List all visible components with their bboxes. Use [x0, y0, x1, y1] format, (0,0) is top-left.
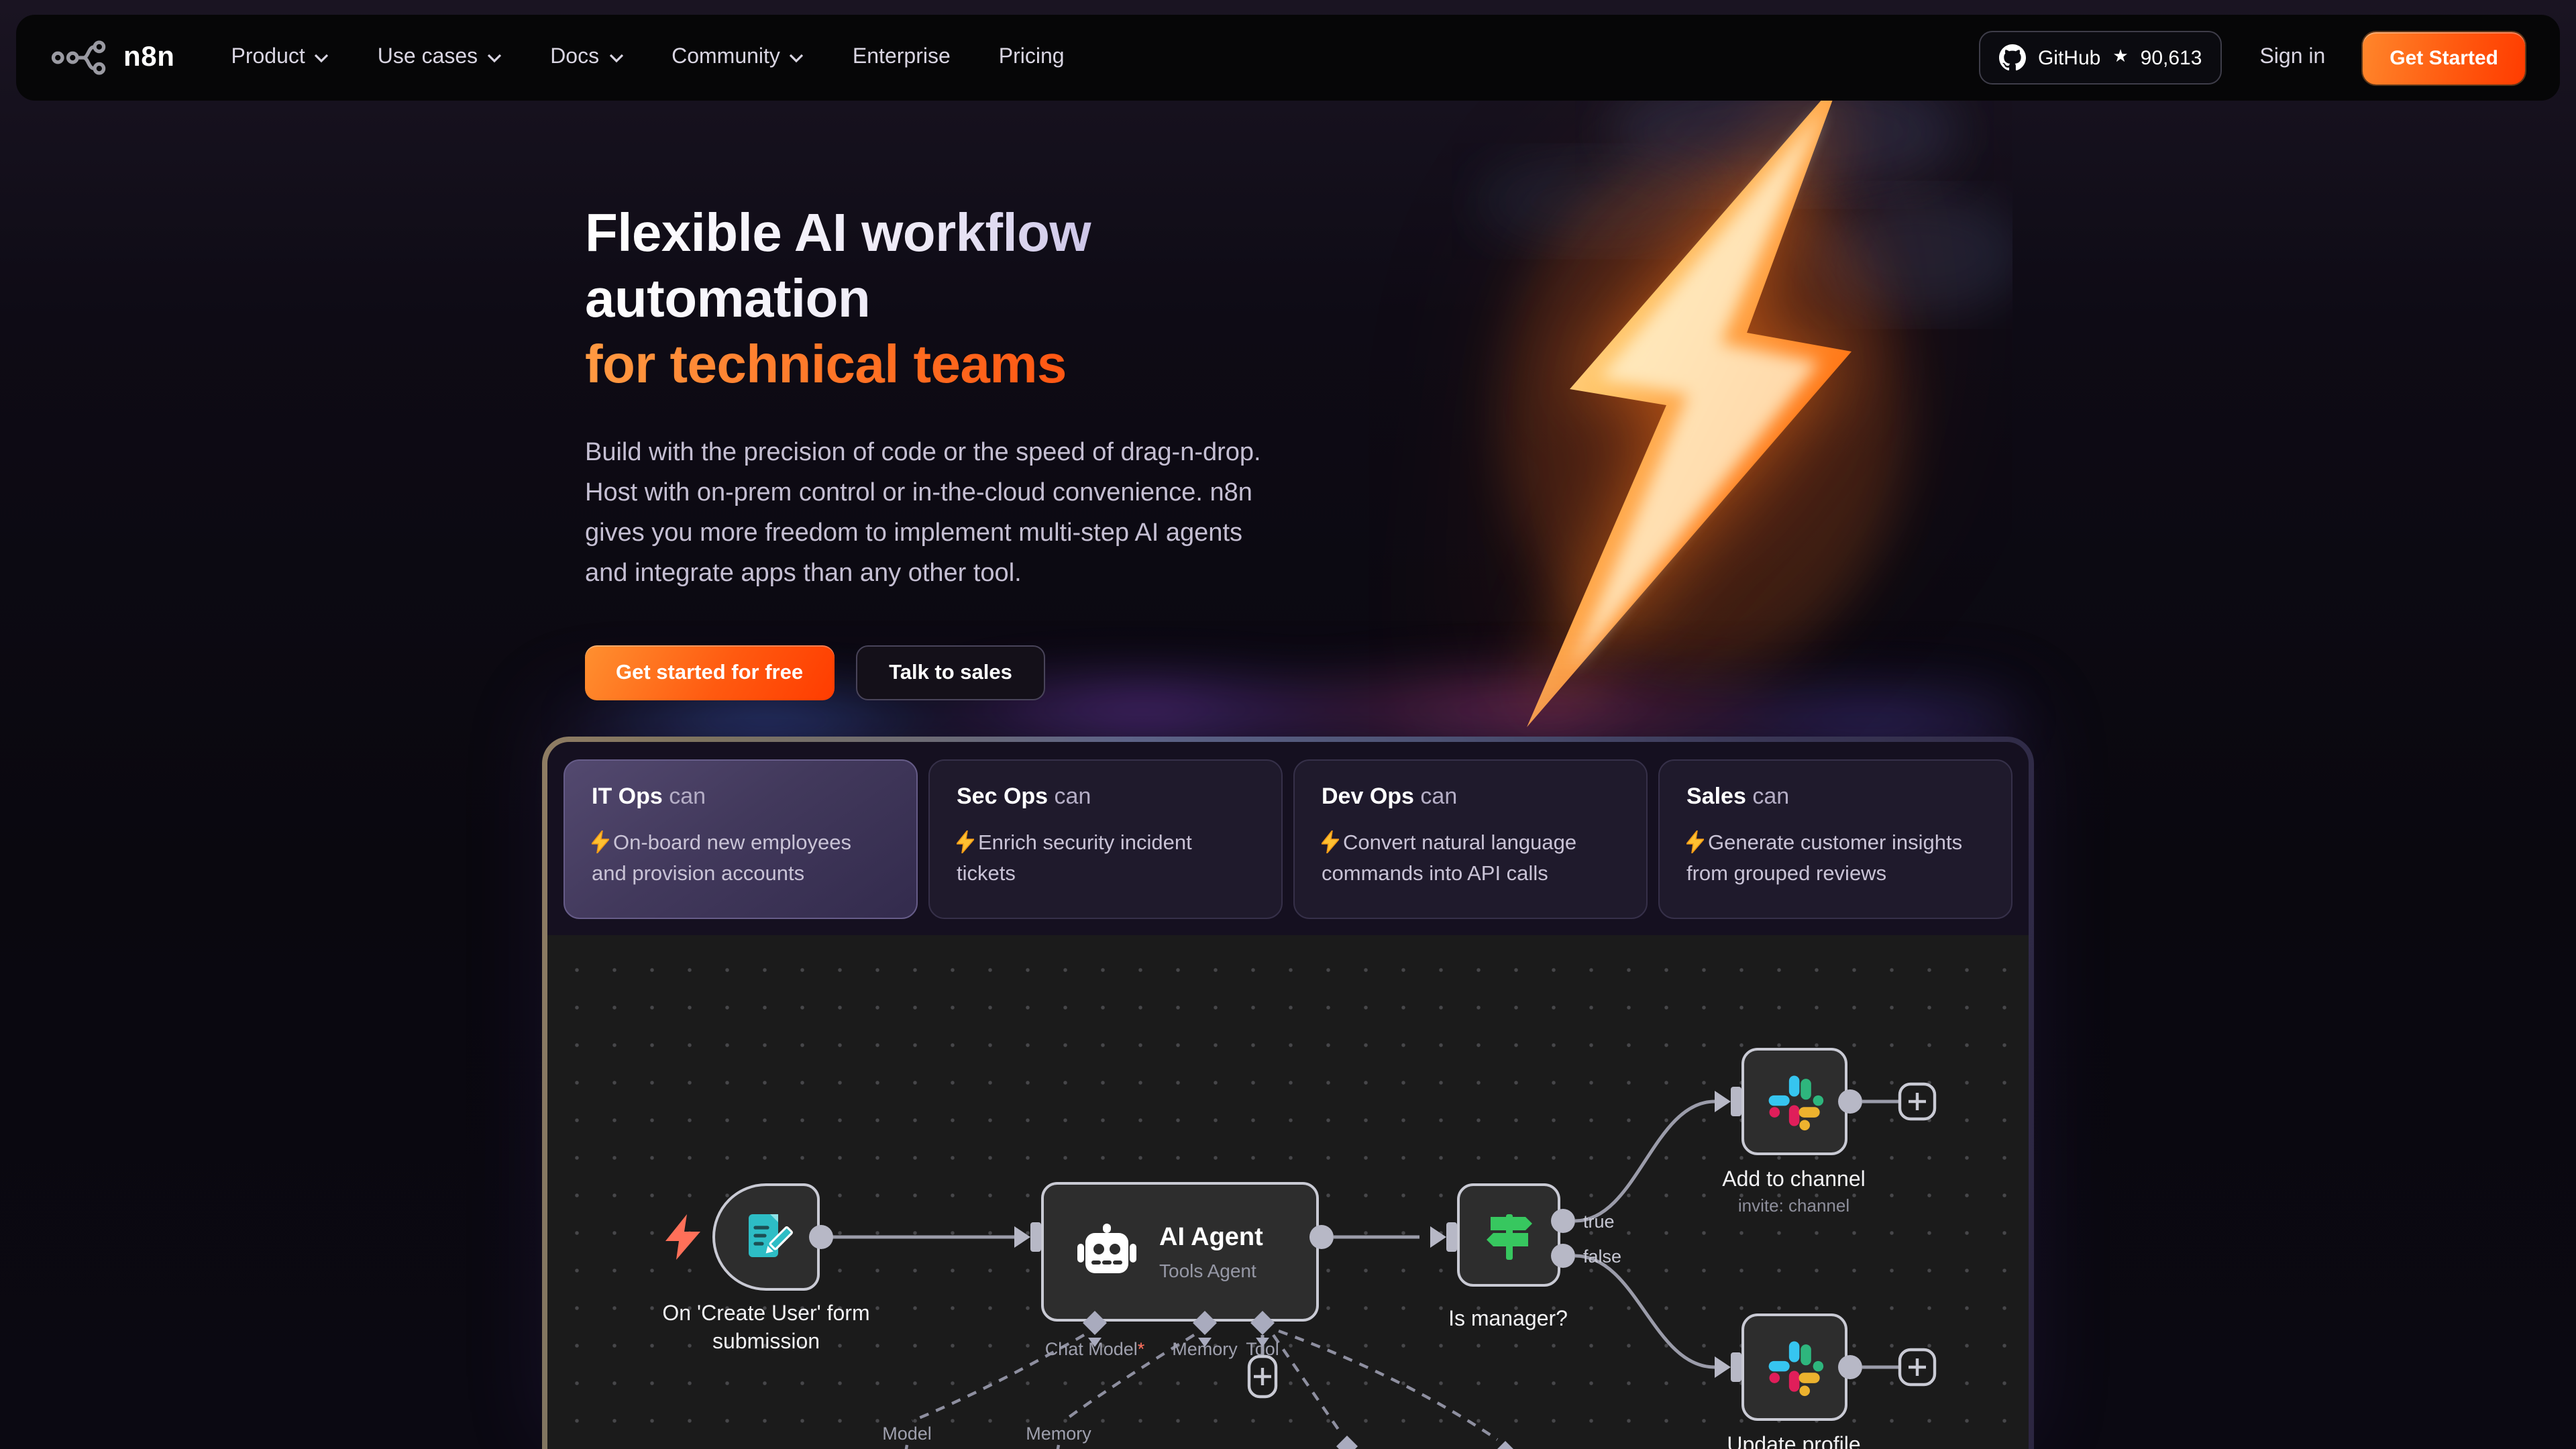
hero-section: Flexible AI workflow automation for tech…: [585, 201, 1363, 700]
chevron-down-icon: [608, 53, 623, 62]
nav-item-pricing[interactable]: Pricing: [999, 46, 1065, 70]
get-started-button[interactable]: Get Started: [2363, 32, 2525, 84]
hero-cta-row: Get started for free Talk to sales: [585, 645, 1363, 700]
output-ports: [809, 1089, 1862, 1379]
bolt-icon: [592, 830, 609, 853]
port-label-memory: Memory: [1172, 1339, 1238, 1359]
card-dev-ops[interactable]: Dev Ops can Convert natural language com…: [1293, 759, 1648, 919]
port-label-chat-model: Chat Model*: [1045, 1339, 1145, 1359]
page: n8n Product Use cases Docs Community Ent…: [0, 0, 2576, 1449]
bolt-icon: [1322, 830, 1339, 853]
sign-in-link[interactable]: Sign in: [2259, 46, 2325, 70]
headline-line-2: for technical teams: [585, 333, 1067, 398]
workflow-frame: IT Ops can On-board new employees and pr…: [542, 737, 2034, 1449]
bolt-icon: [1686, 830, 1704, 853]
chevron-down-icon: [790, 53, 804, 62]
headline-line-1: Flexible AI workflow automation: [585, 201, 1363, 333]
floor-label-model: Model: [882, 1424, 932, 1444]
card-sec-ops[interactable]: Sec Ops can Enrich security incident tic…: [928, 759, 1283, 919]
github-star-count: 90,613: [2141, 46, 2202, 69]
slack-update-label: Update profile: [1673, 1432, 1915, 1449]
branch-label-false: false: [1583, 1246, 1621, 1267]
top-navbar: n8n Product Use cases Docs Community Ent…: [16, 15, 2560, 101]
nav-item-product[interactable]: Product: [231, 46, 329, 70]
nav-menu: Product Use cases Docs Community Enterpr…: [231, 46, 1065, 70]
card-it-ops[interactable]: IT Ops can On-board new employees and pr…: [564, 759, 918, 919]
slack-add-sublabel: invite: channel: [1673, 1195, 1915, 1216]
github-icon: [1999, 44, 2026, 71]
nav-item-enterprise[interactable]: Enterprise: [853, 46, 951, 70]
input-ports: [1014, 1087, 1741, 1382]
hero-paragraph: Build with the precision of code or the …: [585, 433, 1265, 594]
floor-label-memory: Memory: [1026, 1424, 1091, 1444]
hero-headline: Flexible AI workflow automation for tech…: [585, 201, 1363, 398]
chevron-down-icon: [315, 53, 329, 62]
github-label: GitHub: [2038, 46, 2100, 69]
chevron-down-icon: [487, 53, 502, 62]
slack-add-label: Add to channel: [1673, 1166, 1915, 1194]
nav-item-community[interactable]: Community: [672, 46, 804, 70]
bolt-icon: [957, 830, 974, 853]
nav-item-use-cases[interactable]: Use cases: [378, 46, 502, 70]
lightning-hero-art: [1368, 67, 2012, 771]
nav-item-docs[interactable]: Docs: [550, 46, 623, 70]
logo-text: n8n: [123, 42, 175, 74]
talk-to-sales-button[interactable]: Talk to sales: [855, 645, 1046, 700]
branch-label-true: true: [1583, 1212, 1615, 1232]
persona-cards-row: IT Ops can On-board new employees and pr…: [547, 742, 2029, 935]
add-node-buttons: [1249, 1084, 1935, 1397]
n8n-logo-icon: [51, 38, 110, 78]
is-manager-label: Is manager?: [1401, 1305, 1615, 1334]
github-stars-button[interactable]: GitHub ★ 90,613: [1979, 31, 2222, 85]
workflow-canvas[interactable]: On 'Create User' form submission: [547, 935, 2029, 1449]
form-trigger-label: On 'Create User' form submission: [632, 1300, 900, 1356]
partial-tool-nodes: [1312, 1436, 1540, 1449]
star-icon: ★: [2112, 46, 2128, 67]
n8n-logo[interactable]: n8n: [51, 38, 175, 78]
port-label-tool: Tool: [1246, 1339, 1279, 1359]
get-started-free-button[interactable]: Get started for free: [585, 645, 834, 700]
card-sales[interactable]: Sales can Generate customer insights fro…: [1658, 759, 2012, 919]
